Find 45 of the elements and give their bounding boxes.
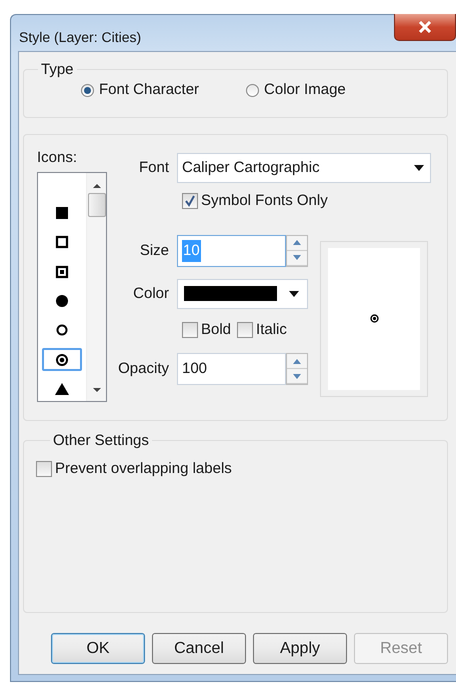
bullseye-icon [54,352,70,368]
filled-circle-icon [54,292,70,309]
preview-symbol-icon [368,313,380,324]
triangle-icon [54,380,70,397]
italic-checkbox[interactable]: Italic [237,318,287,342]
size-spinner[interactable] [286,234,308,267]
bold-checkbox[interactable]: Bold [182,318,232,342]
spin-up-icon [293,358,301,364]
scrollbar[interactable] [86,172,106,400]
scroll-down-icon [92,388,100,392]
filled-square-icon [54,205,70,222]
dialog-button[interactable]: OK [51,633,145,664]
scroll-thumb[interactable] [88,192,106,216]
window-title: Style (Layer: Cities) [19,28,142,47]
close-icon [418,21,432,33]
radio-button[interactable] [81,84,94,97]
close-button[interactable] [394,14,456,41]
symbol-option[interactable] [42,348,82,372]
font-dropdown[interactable]: Caliper Cartographic [177,153,431,183]
radio-button[interactable] [246,84,260,97]
dialog-button[interactable]: Apply [253,633,347,664]
dialog-button[interactable]: Cancel [152,633,246,664]
opacity-spinner[interactable] [286,353,308,386]
spin-down-icon [293,255,301,260]
caret-icon [289,290,299,297]
opacity-field[interactable]: 100 [177,353,286,386]
spin-down-icon [293,374,301,379]
field-label: Opacity [117,359,170,379]
field-label: Font [138,158,170,178]
icons-label: Icons: [37,148,78,168]
caret-icon [414,165,424,171]
checkmark-icon [184,195,196,208]
radio-label[interactable]: Font Character [99,79,200,102]
group-title: Other Settings [52,433,150,448]
group-title: Type [40,62,75,77]
hollow-square-icon [54,234,70,250]
field-label: Size [138,240,170,260]
spin-up-icon [293,240,301,246]
symbol-fonts-checkbox[interactable]: Symbol Fonts Only [182,190,328,212]
color-dropdown[interactable] [177,278,308,309]
ring-icon [54,322,70,338]
scroll-up-icon [92,182,100,188]
field-label: Color [132,284,170,304]
prevent-overlap-checkbox[interactable]: Prevent overlapping labels [36,458,232,480]
radio-label[interactable]: Color Image [264,79,346,102]
